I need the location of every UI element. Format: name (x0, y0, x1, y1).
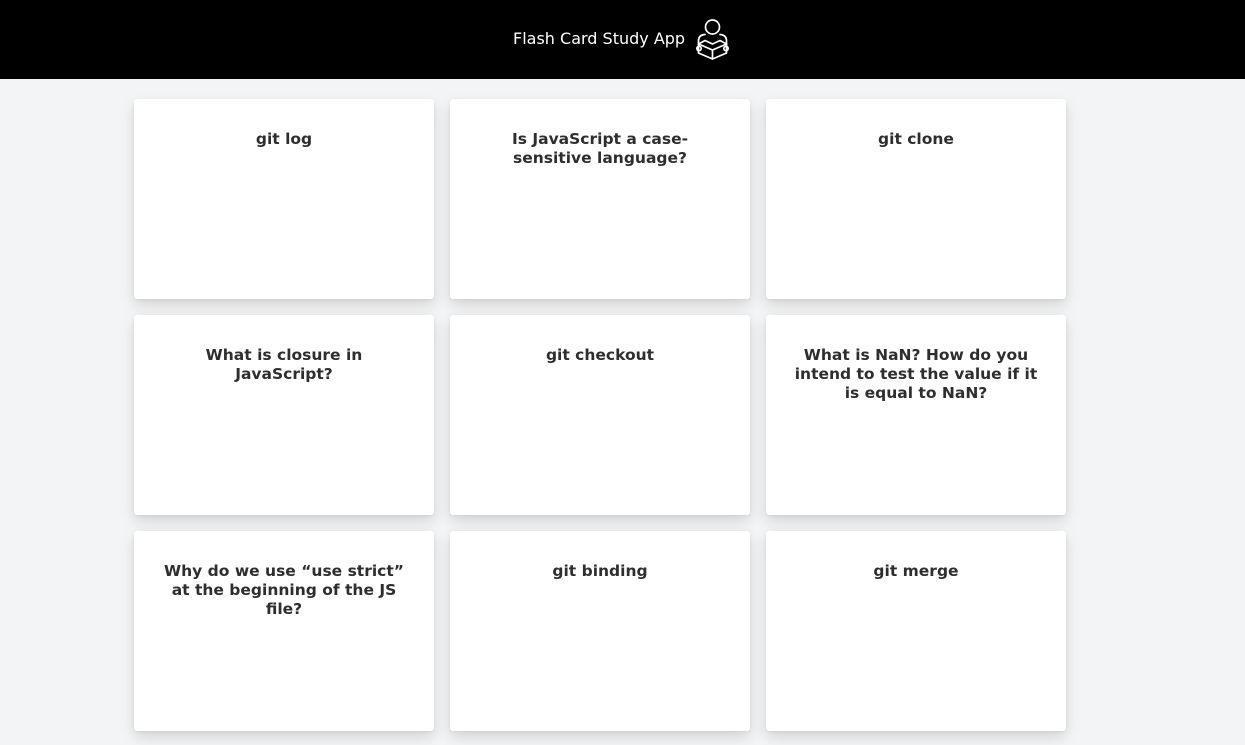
card-question: git binding (552, 562, 648, 580)
app-header: Flash Card Study App (0, 0, 1245, 79)
card-question: What is closure in JavaScript? (205, 346, 363, 383)
flash-card[interactable]: git clone (766, 99, 1066, 299)
flash-card[interactable]: What is closure in JavaScript? (134, 315, 434, 515)
flash-card[interactable]: git merge (766, 531, 1066, 731)
card-question: What is NaN? How do you intend to test t… (794, 346, 1038, 402)
reader-with-book-icon (694, 18, 732, 60)
flash-card[interactable]: Is JavaScript a case-sensitive language? (450, 99, 750, 299)
flash-card[interactable]: git log (134, 99, 434, 299)
flash-card[interactable]: git binding (450, 531, 750, 731)
app-title: Flash Card Study App (513, 29, 686, 48)
flash-card[interactable]: git checkout (450, 315, 750, 515)
card-question: git log (255, 130, 313, 148)
card-question: git clone (878, 130, 954, 148)
card-question: Why do we use “use strict” at the beginn… (164, 562, 404, 618)
card-question: Is JavaScript a case-sensitive language? (511, 130, 689, 167)
card-question: git merge (873, 562, 959, 580)
flash-card[interactable]: Why do we use “use strict” at the beginn… (134, 531, 434, 731)
flash-card[interactable]: What is NaN? How do you intend to test t… (766, 315, 1066, 515)
card-question: git checkout (545, 346, 655, 364)
flash-card-grid: git log Is JavaScript a case-sensitive l… (134, 99, 1066, 731)
